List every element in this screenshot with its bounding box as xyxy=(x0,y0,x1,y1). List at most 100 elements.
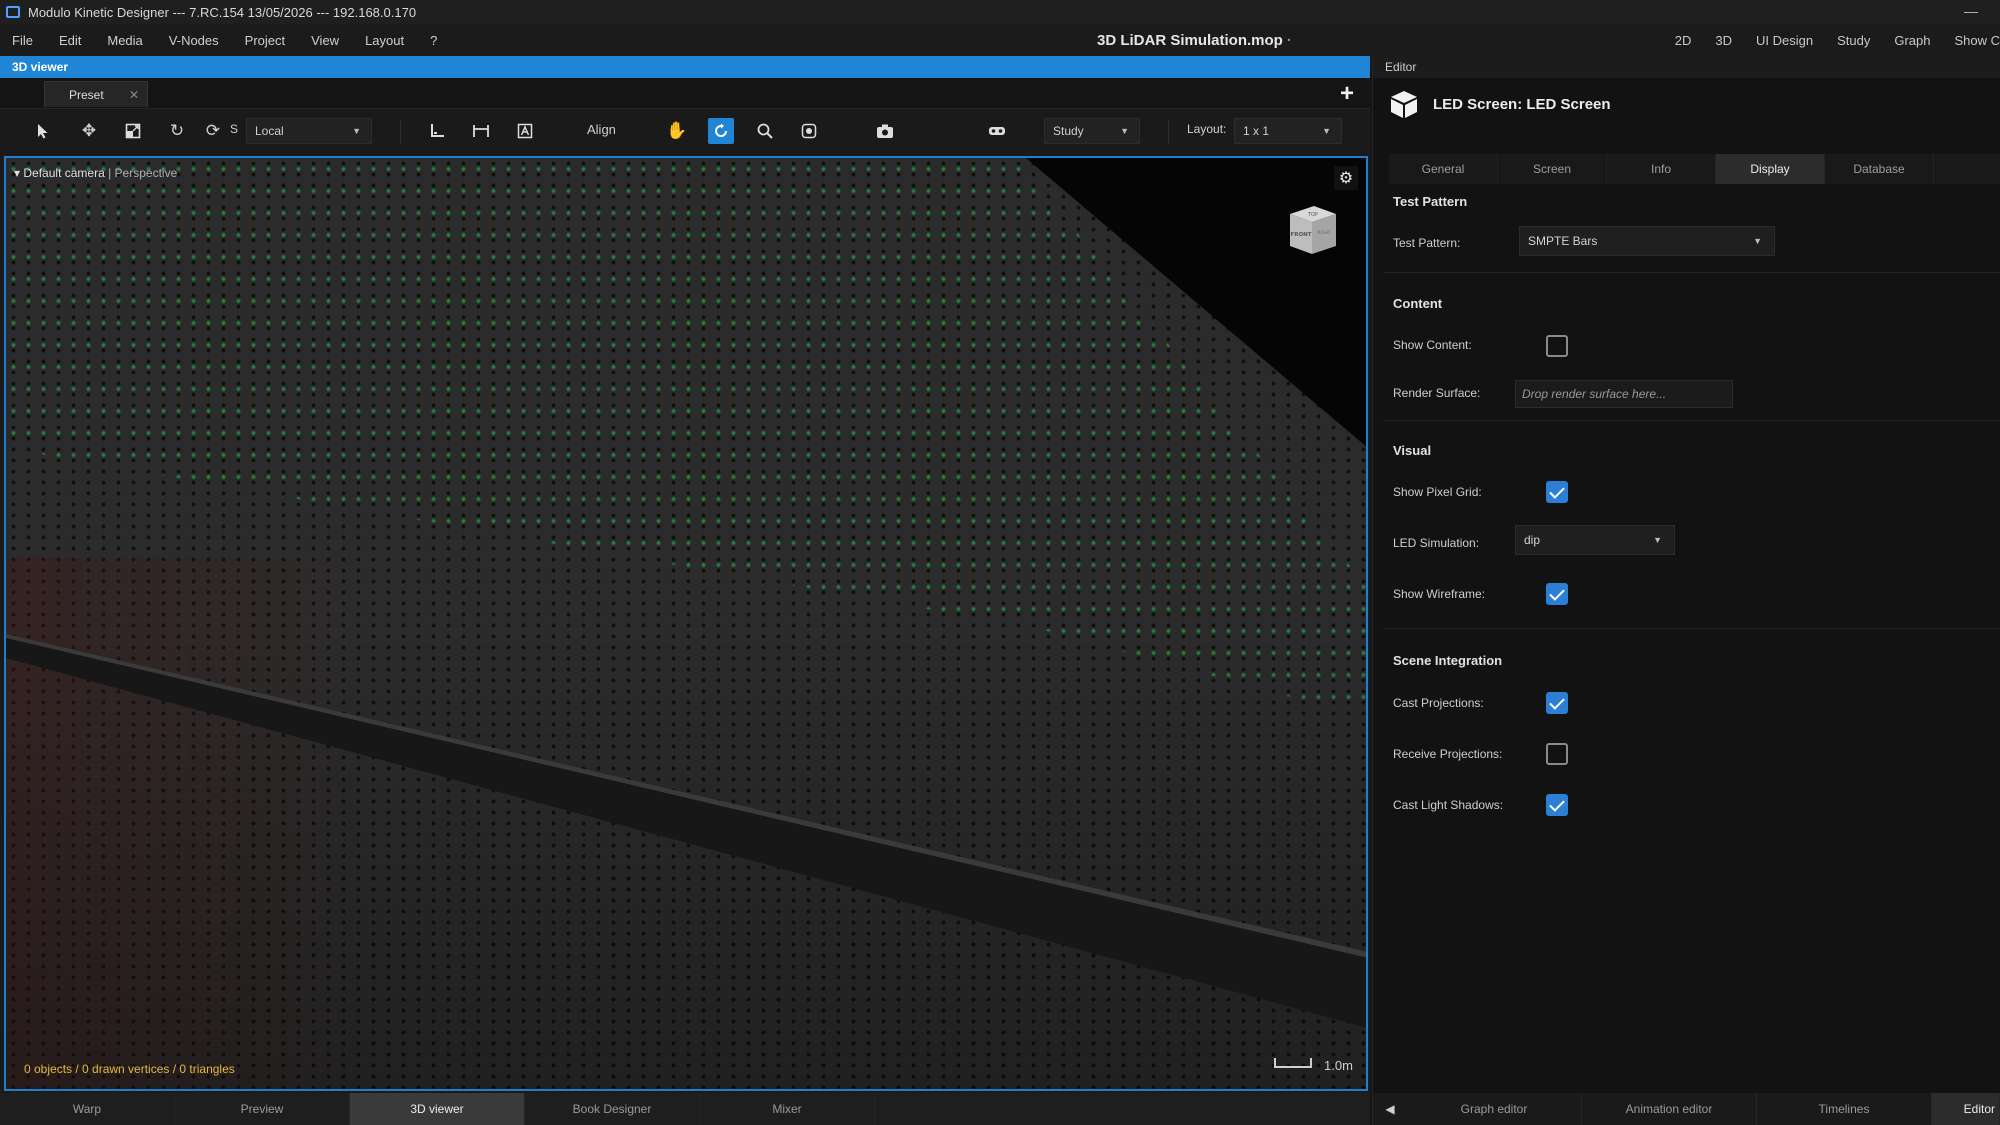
tab-animation-editor[interactable]: Animation editor xyxy=(1582,1093,1757,1125)
tab-database[interactable]: Database xyxy=(1825,154,1934,184)
unsaved-marker: · xyxy=(1286,32,1292,49)
cast-projections-checkbox[interactable] xyxy=(1546,692,1568,714)
test-pattern-label: Test Pattern: xyxy=(1393,236,1461,250)
section-scene-integration: Scene Integration xyxy=(1393,653,1503,668)
editor-object-title: LED Screen: LED Screen xyxy=(1433,95,1611,113)
section-divider xyxy=(1383,420,2000,421)
editor-bottom-tabs: ◀ Graph editor Animation editor Timeline… xyxy=(1373,1093,2000,1125)
editor-panel-header: Editor xyxy=(1373,56,2000,78)
select-arrow-icon[interactable] xyxy=(30,118,56,144)
menu-layout[interactable]: Layout xyxy=(352,33,417,48)
rotate-icon[interactable]: ↻ xyxy=(164,118,190,144)
project-name: 3D LiDAR Simulation.mop xyxy=(1097,32,1283,49)
zoom-magnifier-icon[interactable] xyxy=(752,118,778,144)
menu-view[interactable]: View xyxy=(298,33,352,48)
show-wireframe-checkbox[interactable] xyxy=(1546,583,1568,605)
tab-graph-editor[interactable]: Graph editor xyxy=(1407,1093,1582,1125)
transform-space-select[interactable]: Local ▼ xyxy=(246,118,372,144)
show-pixel-grid-label: Show Pixel Grid: xyxy=(1393,485,1482,499)
tab-preview[interactable]: Preview xyxy=(175,1093,350,1125)
camera-snapshot-icon[interactable] xyxy=(872,118,898,144)
perspective-switcher: 2D 3D UI Design Study Graph Show C xyxy=(1663,24,2000,56)
scene-stats: 0 objects / 0 drawn vertices / 0 triangl… xyxy=(24,1062,235,1076)
rotate-mode-letter: S xyxy=(230,122,239,136)
3d-viewport[interactable]: ▾ Default camera | Perspective ⚙ TOP FRO… xyxy=(4,156,1368,1091)
vr-goggles-icon[interactable] xyxy=(984,118,1010,144)
show-content-checkbox[interactable] xyxy=(1546,335,1568,357)
perspective-ui-design[interactable]: UI Design xyxy=(1744,33,1825,48)
camera-menu[interactable]: ▾ Default camera | Perspective xyxy=(14,166,177,180)
preset-tab-label: Preset xyxy=(69,87,104,102)
chevron-down-icon: ▼ xyxy=(1322,126,1331,136)
receive-projections-checkbox[interactable] xyxy=(1546,743,1568,765)
camera-name: Default camera xyxy=(23,166,105,180)
tab-warp[interactable]: Warp xyxy=(0,1093,175,1125)
layout-select[interactable]: 1 x 1 ▼ xyxy=(1234,118,1342,144)
scale-label: 1.0m xyxy=(1324,1058,1353,1073)
menu-project[interactable]: Project xyxy=(232,33,298,48)
preset-tab[interactable]: Preset ✕ xyxy=(44,81,148,107)
add-preset-icon[interactable]: + xyxy=(1340,80,1354,108)
transform-space-value: Local xyxy=(255,124,284,138)
perspective-graph[interactable]: Graph xyxy=(1882,33,1942,48)
tab-general[interactable]: General xyxy=(1389,154,1498,184)
led-simulation-select[interactable]: dip ▼ xyxy=(1515,525,1675,555)
gear-icon[interactable]: ⚙ xyxy=(1334,166,1358,190)
nav-cube-front-label: FRONT xyxy=(1290,232,1311,238)
navigation-cube[interactable]: TOP FRONT RIGHT xyxy=(1284,202,1340,258)
viewer-toolbar: ✥ ↻ ⟳ S Local ▼ Align ✋ Study ▼ Layout: … xyxy=(0,109,1370,153)
measure-icon[interactable] xyxy=(468,118,494,144)
test-pattern-value: SMPTE Bars xyxy=(1528,234,1598,248)
move-icon[interactable]: ✥ xyxy=(76,118,102,144)
menu-vnodes[interactable]: V-Nodes xyxy=(156,33,232,48)
chevron-down-icon: ▼ xyxy=(1653,535,1662,545)
minimize-icon[interactable]: — xyxy=(1964,3,1978,19)
tab-info[interactable]: Info xyxy=(1607,154,1716,184)
nav-cube-top-label: TOP xyxy=(1307,212,1318,218)
tab-editor[interactable]: Editor xyxy=(1932,1093,2000,1125)
layout-select-value: 1 x 1 xyxy=(1243,124,1270,138)
menu-file[interactable]: File xyxy=(0,33,46,48)
toolbar-separator xyxy=(400,119,401,143)
perspective-2d[interactable]: 2D xyxy=(1663,33,1704,48)
viewer-bottom-tabs: Warp Preview 3D viewer Book Designer Mix… xyxy=(0,1093,1370,1125)
scale-bar xyxy=(1274,1058,1312,1068)
section-divider xyxy=(1383,272,2000,273)
chevron-down-icon: ▼ xyxy=(1120,126,1129,136)
tab-display[interactable]: Display xyxy=(1716,154,1825,184)
pan-hand-icon[interactable]: ✋ xyxy=(664,118,690,144)
projection-mode: Perspective xyxy=(114,166,178,180)
tab-screen[interactable]: Screen xyxy=(1498,154,1607,184)
led-screen-cube-icon xyxy=(1391,91,1417,118)
cast-light-shadows-checkbox[interactable] xyxy=(1546,794,1568,816)
study-select[interactable]: Study ▼ xyxy=(1044,118,1140,144)
menu-media[interactable]: Media xyxy=(94,33,155,48)
menu-bar: File Edit Media V-Nodes Project View Lay… xyxy=(0,24,2000,56)
study-select-value: Study xyxy=(1053,124,1084,138)
tab-book-designer[interactable]: Book Designer xyxy=(525,1093,700,1125)
show-wireframe-label: Show Wireframe: xyxy=(1393,587,1486,601)
tab-mixer[interactable]: Mixer xyxy=(700,1093,875,1125)
tab-timelines[interactable]: Timelines xyxy=(1757,1093,1932,1125)
rotate-local-icon[interactable]: ⟳ xyxy=(200,118,226,144)
cast-projections-label: Cast Projections: xyxy=(1393,696,1484,710)
orbit-icon[interactable] xyxy=(708,118,734,144)
menu-help[interactable]: ? xyxy=(417,33,450,48)
test-pattern-select[interactable]: SMPTE Bars ▼ xyxy=(1519,226,1775,256)
close-preset-icon[interactable]: ✕ xyxy=(129,88,139,102)
axis-snap-icon[interactable] xyxy=(424,118,450,144)
scale-icon[interactable] xyxy=(120,118,146,144)
perspective-study[interactable]: Study xyxy=(1825,33,1882,48)
menu-edit[interactable]: Edit xyxy=(46,33,94,48)
render-surface-dropzone[interactable]: Drop render surface here... xyxy=(1515,380,1733,408)
chevron-down-icon: ▼ xyxy=(1753,236,1762,246)
viewer-panel-header: 3D viewer xyxy=(0,56,1370,78)
show-pixel-grid-checkbox[interactable] xyxy=(1546,481,1568,503)
tab-3d-viewer[interactable]: 3D viewer xyxy=(350,1093,525,1125)
frame-selection-icon[interactable] xyxy=(796,118,822,144)
text-annotation-icon[interactable] xyxy=(512,118,538,144)
perspective-show[interactable]: Show C xyxy=(1942,33,2000,48)
tabs-scroll-left-icon[interactable]: ◀ xyxy=(1373,1093,1407,1125)
align-button[interactable]: Align xyxy=(587,122,616,137)
perspective-3d[interactable]: 3D xyxy=(1703,33,1744,48)
